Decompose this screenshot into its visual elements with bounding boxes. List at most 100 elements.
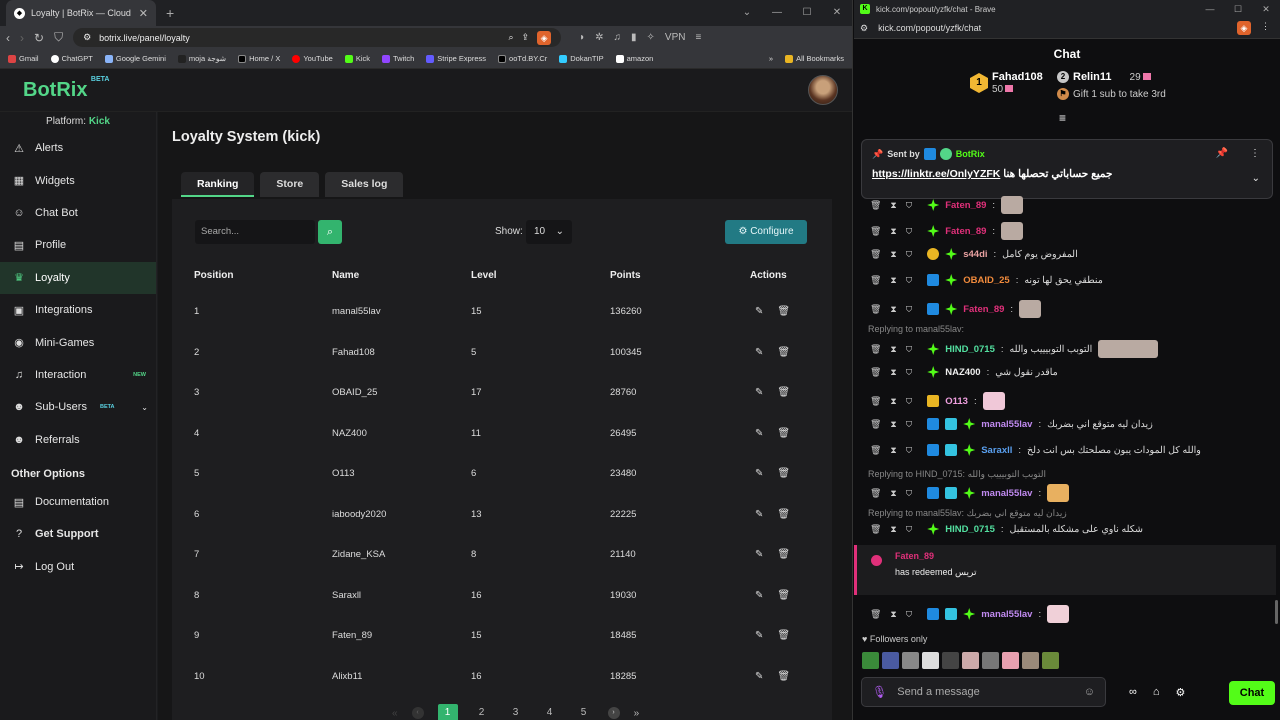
next-page-icon[interactable]: › <box>607 707 620 719</box>
sidebar-item-documentation[interactable]: ▤ Documentation <box>0 486 156 518</box>
expand-leaderboard-icon[interactable]: ≡ <box>1059 111 1066 125</box>
tab-ranking[interactable]: Ranking <box>181 172 255 197</box>
bookmark-stripe[interactable]: Stripe Express <box>426 54 486 63</box>
chat-message[interactable]: 🗑⧗⛉ manal55lav: <box>870 484 1075 502</box>
edit-icon[interactable]: ✎ <box>755 630 763 641</box>
bookmark-kick[interactable]: Kick <box>344 54 370 63</box>
unpin-icon[interactable]: 📌 <box>1216 148 1228 159</box>
share-icon[interactable]: ⇪ <box>522 32 530 43</box>
store-icon[interactable]: ⌂ <box>1153 686 1160 699</box>
mod-actions-icon[interactable]: 🗑⧗⛉ <box>870 249 921 260</box>
mod-actions-icon[interactable]: 🗑⧗⛉ <box>870 609 921 620</box>
mod-actions-icon[interactable]: 🗑⧗⛉ <box>870 488 921 499</box>
pinned-link[interactable]: https://linktr.ee/OnlyYZFK <box>872 168 1000 180</box>
search-input[interactable]: Search... <box>195 220 315 244</box>
trash-icon[interactable]: 🗑 <box>777 509 790 520</box>
zoom-icon[interactable]: ⌕ <box>508 32 513 43</box>
maximize-icon[interactable]: ☐ <box>792 0 822 26</box>
close-tab-icon[interactable]: ✕ <box>139 7 148 20</box>
brave-shields-icon[interactable]: ◈ <box>537 30 552 45</box>
url-bar[interactable]: ⚙ botrix.live/panel/loyalty ⌕ ⇪ ◈ <box>73 28 562 47</box>
chat-message[interactable]: 🗑⧗⛉ HIND_0715: التوبب التوبيييب والله <box>870 340 1159 358</box>
user-avatar[interactable] <box>808 75 838 105</box>
configure-button[interactable]: ⚙ Configure <box>725 220 807 244</box>
trash-icon[interactable]: 🗑 <box>777 306 790 317</box>
bookmark-icon[interactable]: ⛉ <box>54 30 63 45</box>
avatar[interactable] <box>902 652 919 669</box>
emoji-icon[interactable]: ☺ <box>1084 686 1095 698</box>
reply-context[interactable]: Replying to HIND_0715: التوبب التوبيييب … <box>868 469 1046 480</box>
infinity-icon[interactable]: ∞ <box>1129 686 1137 699</box>
minimize-icon[interactable]: — <box>1196 0 1224 18</box>
trash-icon[interactable]: 🗑 <box>777 347 790 358</box>
sidebar-item-alerts[interactable]: ⚠ Alerts <box>0 132 156 164</box>
chat-message[interactable]: 🗑⧗⛉ manal55lav: زيدان ليه متوقع اني بضربك <box>870 418 1153 430</box>
mod-actions-icon[interactable]: 🗑⧗⛉ <box>870 524 921 535</box>
close-window-icon[interactable]: ✕ <box>1252 0 1280 18</box>
avatar[interactable] <box>882 652 899 669</box>
trash-icon[interactable]: 🗑 <box>777 590 790 601</box>
botrix-logo[interactable]: BotRix BETA <box>23 76 109 102</box>
first-page-icon[interactable]: « <box>392 708 398 719</box>
tab-search-icon[interactable]: ⌄ <box>732 0 762 26</box>
avatar[interactable] <box>962 652 979 669</box>
all-bookmarks[interactable]: All Bookmarks <box>785 54 844 63</box>
edit-icon[interactable]: ✎ <box>755 549 763 560</box>
trash-icon[interactable]: 🗑 <box>777 549 790 560</box>
sidebar-item-integrations[interactable]: ▣ Integrations <box>0 294 156 326</box>
sidebar-item-log-out[interactable]: ↦ Log Out <box>0 551 156 583</box>
mod-actions-icon[interactable]: 🗑⧗⛉ <box>870 445 921 456</box>
tab-store[interactable]: Store <box>260 172 320 197</box>
new-tab-button[interactable]: + <box>166 5 174 21</box>
bookmark-amazon[interactable]: amazon <box>615 54 653 63</box>
page-2[interactable]: 2 <box>472 704 492 720</box>
mod-actions-icon[interactable]: 🗑⧗⛉ <box>870 200 921 211</box>
edit-icon[interactable]: ✎ <box>755 590 763 601</box>
trash-icon[interactable]: 🗑 <box>777 387 790 398</box>
bookmark-twitch[interactable]: Twitch <box>381 54 414 63</box>
mod-actions-icon[interactable]: 🗑⧗⛉ <box>870 344 921 355</box>
tab-botrix[interactable]: ◆ Loyalty | BotRix — Cloud Strea... ✕ <box>6 0 156 26</box>
chat-message[interactable]: 🗑⧗⛉ Faten_89: <box>870 300 1047 318</box>
top-gifter-2[interactable]: 2 Relin11 29 <box>1057 71 1151 83</box>
reload-icon[interactable]: ↻ <box>34 31 44 45</box>
vpn-button[interactable]: VPN <box>665 32 686 43</box>
chat-message[interactable]: 🗑⧗⛉ O113: <box>870 392 1011 410</box>
sidebar-icon[interactable]: ▮ <box>631 32 637 43</box>
edit-icon[interactable]: ✎ <box>755 428 763 439</box>
menu-icon[interactable]: ≡ <box>695 32 701 43</box>
sidebar-item-mini-games[interactable]: ◉ Mini-Games <box>0 326 156 358</box>
mod-actions-icon[interactable]: 🗑⧗⛉ <box>870 304 921 315</box>
prev-page-icon[interactable]: ‹ <box>411 707 424 719</box>
edit-icon[interactable]: ✎ <box>755 468 763 479</box>
edit-icon[interactable]: ✎ <box>755 387 763 398</box>
page-size-select[interactable]: 10 ⌄ <box>526 220 572 244</box>
back-icon[interactable]: ‹ <box>6 31 10 45</box>
minimize-icon[interactable]: — <box>762 0 792 26</box>
bookmark-youtube[interactable]: YouTube <box>292 54 333 63</box>
microphone-icon[interactable]: 🎙 <box>872 685 887 699</box>
search-button[interactable]: ⌕ <box>318 220 342 244</box>
bookmark-gemini[interactable]: Google Gemini <box>104 54 166 63</box>
more-options-icon[interactable]: ⋮ <box>1250 148 1260 159</box>
bookmark-chatgpt[interactable]: ChatGPT <box>50 54 93 63</box>
chat-input[interactable]: 🎙 Send a message ☺ <box>861 677 1106 707</box>
more-icon[interactable]: ⋮ <box>1261 21 1270 35</box>
edit-icon[interactable]: ✎ <box>755 347 763 358</box>
avatar[interactable] <box>862 652 879 669</box>
bookmark-x[interactable]: Home / X <box>238 54 280 63</box>
chat-message[interactable]: 🗑⧗⛉ s44di: المفروض يوم كامل <box>870 248 1078 260</box>
page-1[interactable]: 1 <box>437 704 458 720</box>
avatar[interactable] <box>1022 652 1039 669</box>
site-info-icon[interactable]: ⚙ <box>83 32 91 43</box>
maximize-icon[interactable]: ☐ <box>1224 0 1252 18</box>
forward-icon[interactable]: › <box>20 31 24 45</box>
chat-message[interactable]: 🗑⧗⛉ Faten_89: <box>870 196 1029 214</box>
chat-message[interactable]: 🗑⧗⛉ NAZ400: ماقدر نقول شي <box>870 366 1058 378</box>
page-4[interactable]: 4 <box>540 704 560 720</box>
sidebar-item-profile[interactable]: ▤ Profile <box>0 229 156 261</box>
sidebar-item-loyalty[interactable]: ♛ Loyalty <box>0 261 156 294</box>
trash-icon[interactable]: 🗑 <box>777 428 790 439</box>
mod-actions-icon[interactable]: 🗑⧗⛉ <box>870 396 921 407</box>
top-gifter-3-cta[interactable]: ⚑ Gift 1 sub to take 3rd <box>1057 88 1166 100</box>
